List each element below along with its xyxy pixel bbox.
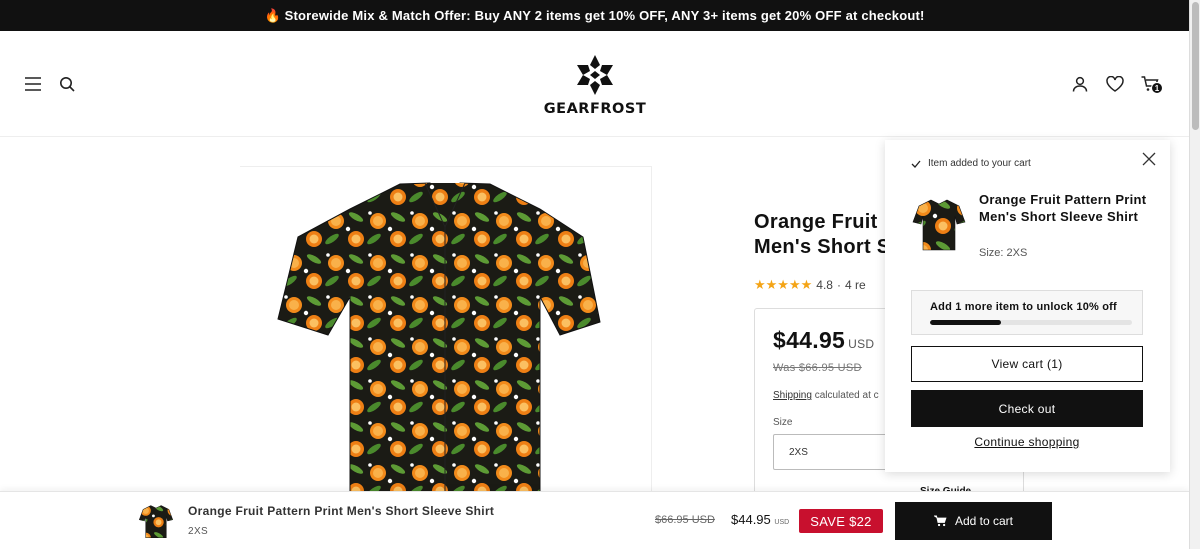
- product-image[interactable]: [240, 166, 652, 506]
- page-scrollbar[interactable]: [1189, 0, 1200, 549]
- sticky-product-size: 2XS: [188, 526, 209, 537]
- sticky-add-to-cart-bar: Orange Fruit Pattern Print Men's Short S…: [0, 491, 1189, 549]
- reviews-count: 4 re: [844, 278, 866, 292]
- close-icon[interactable]: [1141, 151, 1157, 167]
- checkout-button[interactable]: Check out: [911, 390, 1143, 427]
- site-header: GEARFROST 1: [0, 31, 1189, 137]
- save-badge: SAVE $22: [799, 509, 883, 533]
- sticky-compare-price: $66.95 USD: [655, 514, 715, 526]
- add-to-cart-label: Add to cart: [954, 514, 1014, 528]
- scrollbar-thumb[interactable]: [1192, 2, 1199, 130]
- item-added-notice: Item added to your cart: [911, 158, 1031, 169]
- sticky-price-currency: USD: [774, 519, 790, 526]
- account-icon[interactable]: [1069, 73, 1091, 95]
- sticky-price: $44.95 USD: [731, 512, 789, 527]
- add-to-cart-button[interactable]: Add to cart: [895, 502, 1052, 540]
- announcement-bar: 🔥 Storewide Mix & Match Offer: Buy ANY 2…: [0, 0, 1189, 31]
- shirt-shape: [277, 182, 601, 494]
- rating-value: 4.8: [816, 278, 833, 292]
- item-added-text: Item added to your cart: [928, 158, 1031, 169]
- menu-icon[interactable]: [22, 73, 44, 95]
- check-icon: [911, 160, 921, 168]
- cart-icon: [933, 515, 947, 527]
- cart-icon[interactable]: 1: [1139, 73, 1163, 95]
- continue-shopping-link[interactable]: Continue shopping: [911, 435, 1143, 449]
- cart-item-thumbnail: [911, 196, 967, 252]
- site-logo[interactable]: GEARFROST: [540, 55, 650, 117]
- rating-stars-icon: ★★★★★: [754, 277, 813, 292]
- gearfrost-emblem-icon: [577, 55, 613, 95]
- announcement-text: 🔥 Storewide Mix & Match Offer: Buy ANY 2…: [264, 7, 925, 23]
- discount-progress-text: Add 1 more item to unlock 10% off: [930, 301, 1117, 313]
- discount-progress: Add 1 more item to unlock 10% off: [911, 290, 1143, 335]
- sticky-product-title: Orange Fruit Pattern Print Men's Short S…: [188, 504, 495, 518]
- logo-text: GEARFROST: [543, 101, 647, 117]
- shipping-link[interactable]: Shipping: [773, 390, 812, 401]
- product-rating[interactable]: ★★★★★ 4.8 · 4 re: [754, 277, 866, 293]
- heart-icon[interactable]: [1104, 73, 1126, 95]
- price-value: $44.95: [773, 327, 846, 353]
- cart-item-size: Size: 2XS: [979, 247, 1028, 259]
- shipping-text: calculated at c: [811, 390, 879, 401]
- sticky-price-value: $44.95: [731, 512, 771, 527]
- sticky-product-thumbnail: [138, 502, 174, 540]
- cart-count-badge: 1: [1151, 82, 1163, 94]
- search-icon[interactable]: [56, 73, 78, 95]
- price-currency: USD: [848, 337, 875, 351]
- discount-progress-fill: [930, 320, 1001, 325]
- view-cart-button[interactable]: View cart (1): [911, 346, 1143, 382]
- cart-item-title[interactable]: Orange Fruit Pattern Print Men's Short S…: [979, 191, 1154, 225]
- shirt-image: [277, 182, 601, 494]
- discount-progress-bar: [930, 320, 1132, 325]
- cart-notification-drawer: Item added to your cart Orange Fruit Pat…: [885, 140, 1170, 472]
- rating-separator: ·: [836, 278, 841, 292]
